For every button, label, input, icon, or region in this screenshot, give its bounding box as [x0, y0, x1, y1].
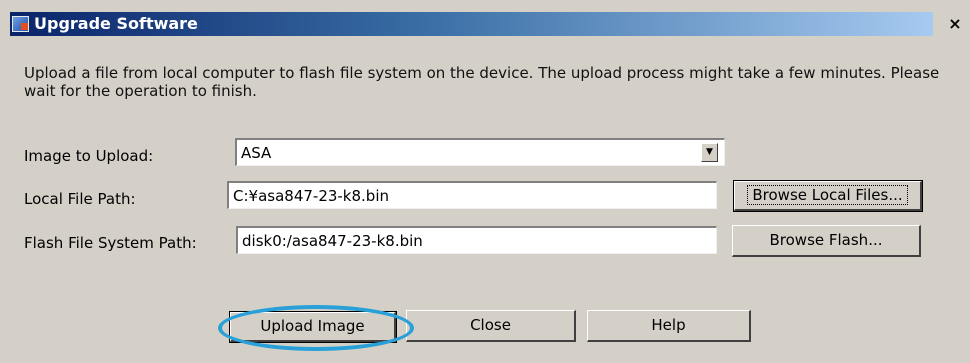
title-bar: Upgrade Software × [0, 0, 970, 40]
flash-file-system-path-label: Flash File System Path: [24, 234, 197, 252]
image-to-upload-label: Image to Upload: [24, 147, 154, 165]
description-text: Upload a file from local computer to fla… [24, 64, 940, 100]
window-title: Upgrade Software [34, 14, 198, 33]
close-icon[interactable]: × [942, 12, 968, 36]
browse-local-files-button[interactable]: Browse Local Files... [733, 180, 923, 212]
browse-local-files-label: Browse Local Files... [747, 185, 908, 205]
flash-file-system-path-input[interactable]: disk0:/asa847-23-k8.bin [236, 226, 717, 254]
help-label: Help [651, 316, 686, 334]
local-file-path-label: Local File Path: [24, 190, 136, 208]
upload-image-button[interactable]: Upload Image [229, 311, 397, 343]
chevron-down-icon[interactable]: ▼ [701, 143, 718, 162]
local-file-path-value: C:¥asa847-23-k8.bin [233, 187, 390, 205]
help-button[interactable]: Help [587, 310, 751, 342]
browse-flash-button[interactable]: Browse Flash... [732, 225, 921, 257]
local-file-path-input[interactable]: C:¥asa847-23-k8.bin [227, 181, 717, 209]
app-icon [12, 16, 29, 32]
upload-image-label: Upload Image [260, 317, 365, 335]
browse-flash-label: Browse Flash... [769, 231, 883, 249]
title-bar-gradient: Upgrade Software [10, 12, 933, 36]
flash-file-system-path-value: disk0:/asa847-23-k8.bin [242, 232, 423, 250]
image-to-upload-select[interactable]: ASA ▼ [235, 138, 725, 166]
image-to-upload-value: ASA [241, 144, 272, 162]
close-button[interactable]: Close [406, 310, 576, 342]
close-label: Close [470, 316, 511, 334]
